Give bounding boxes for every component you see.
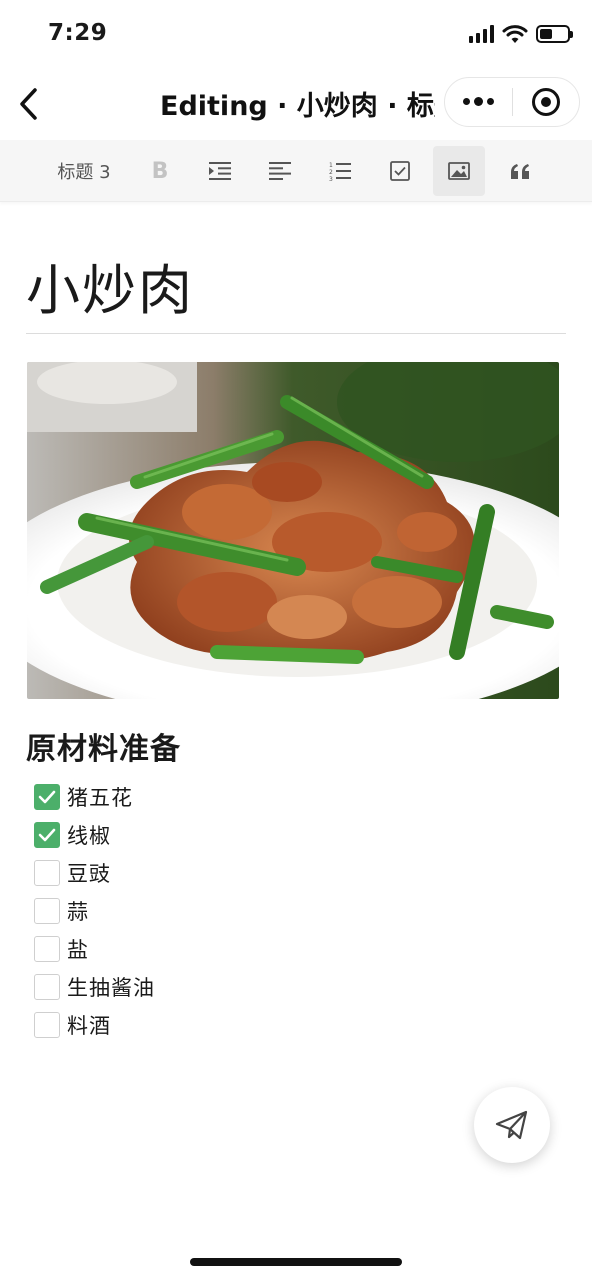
editor-screen: 7:29 Editing · 小炒肉 · 标题 标题 3 B 1 2 3 小炒肉… <box>0 0 592 1280</box>
page-title: Editing · 小炒肉 · 标题 <box>160 91 435 122</box>
checklist-item-label[interactable]: 盐 <box>67 934 89 964</box>
checkmark-icon <box>38 828 56 842</box>
back-button[interactable] <box>10 82 46 126</box>
battery-icon <box>536 25 573 43</box>
status-bar: 7:29 <box>0 0 592 72</box>
signal-icon <box>469 25 494 43</box>
checklist-item: 生抽酱油 <box>34 968 155 1006</box>
quote-icon <box>511 164 529 179</box>
section-heading[interactable]: 原材料准备 <box>26 724 181 768</box>
insert-image-button[interactable] <box>433 146 485 196</box>
checklist-button[interactable] <box>380 146 420 196</box>
image-icon <box>448 162 470 180</box>
quote-button[interactable] <box>500 146 540 196</box>
chevron-left-icon <box>20 88 37 120</box>
checklist-item-label[interactable]: 蒜 <box>67 896 89 926</box>
close-miniprogram-button[interactable] <box>513 78 580 126</box>
nav-bar: Editing · 小炒肉 · 标题 <box>0 72 592 138</box>
item-checkbox[interactable] <box>34 936 60 962</box>
checklist-item: 线椒 <box>34 816 155 854</box>
heading-selector[interactable]: 标题 3 <box>46 146 122 196</box>
status-time: 7:29 <box>48 20 108 46</box>
checklist-item-label[interactable]: 生抽酱油 <box>67 972 155 1002</box>
ingredient-checklist: 猪五花 线椒 豆豉 蒜 盐 生抽酱油 料酒 <box>34 778 155 1044</box>
checklist-item: 盐 <box>34 930 155 968</box>
item-checkbox[interactable] <box>34 1012 60 1038</box>
more-dots-icon <box>462 97 494 106</box>
more-button[interactable] <box>445 78 512 126</box>
checklist-item-label[interactable]: 料酒 <box>67 1010 111 1040</box>
wifi-icon <box>502 25 528 43</box>
checklist-item-label[interactable]: 线椒 <box>67 820 111 850</box>
indent-button[interactable] <box>200 146 240 196</box>
svg-text:2: 2 <box>329 169 333 176</box>
send-button[interactable] <box>474 1087 550 1163</box>
item-checkbox[interactable] <box>34 860 60 886</box>
capsule-menu <box>444 77 580 127</box>
format-toolbar: 标题 3 B 1 2 3 <box>0 140 592 202</box>
home-indicator[interactable] <box>190 1258 402 1266</box>
checklist-item: 蒜 <box>34 892 155 930</box>
checklist-item-label[interactable]: 豆豉 <box>67 858 111 888</box>
checkmark-icon <box>38 790 56 804</box>
svg-text:3: 3 <box>329 176 333 181</box>
indent-icon <box>209 162 231 180</box>
title-divider <box>26 333 566 334</box>
stir-fried-pork-image <box>27 362 559 699</box>
align-left-button[interactable] <box>260 146 300 196</box>
ordered-list-button[interactable]: 1 2 3 <box>320 146 360 196</box>
checklist-item: 猪五花 <box>34 778 155 816</box>
target-circle-icon <box>531 88 560 116</box>
paper-plane-icon <box>495 1110 528 1140</box>
align-left-icon <box>269 162 291 180</box>
item-checkbox[interactable] <box>34 898 60 924</box>
item-checkbox-checked[interactable] <box>34 784 60 810</box>
status-icons <box>469 24 573 44</box>
item-checkbox-checked[interactable] <box>34 822 60 848</box>
dish-photo[interactable] <box>27 362 559 699</box>
checklist-item: 豆豉 <box>34 854 155 892</box>
item-checkbox[interactable] <box>34 974 60 1000</box>
bold-button[interactable]: B <box>140 146 180 196</box>
document-title[interactable]: 小炒肉 <box>26 246 194 325</box>
checklist-item: 料酒 <box>34 1006 155 1044</box>
checklist-item-label[interactable]: 猪五花 <box>67 782 133 812</box>
ordered-list-icon: 1 2 3 <box>329 162 351 181</box>
checkbox-icon <box>390 161 410 181</box>
svg-text:1: 1 <box>329 162 333 169</box>
